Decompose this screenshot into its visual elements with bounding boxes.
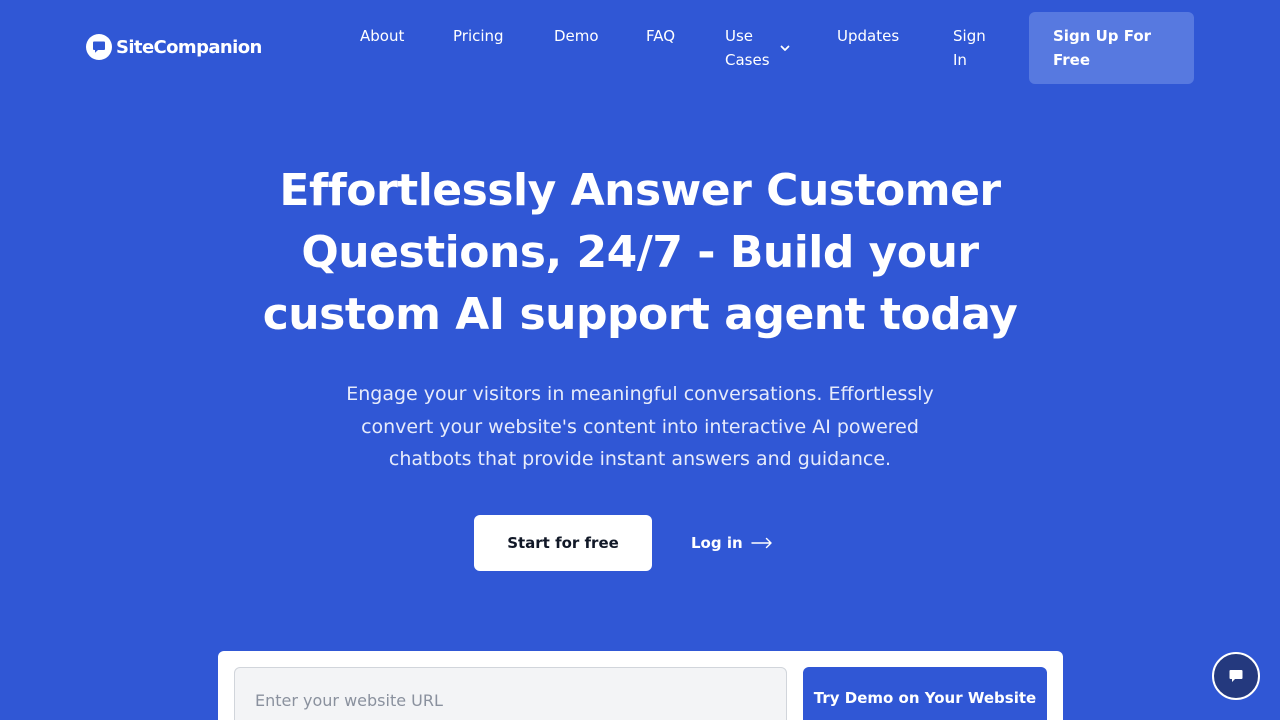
chevron-down-icon: [780, 45, 790, 51]
chat-bubble-icon: [1229, 670, 1243, 682]
nav-sign-in[interactable]: Sign In: [953, 24, 993, 72]
nav-updates[interactable]: Updates: [837, 24, 899, 48]
nav-demo[interactable]: Demo: [554, 24, 599, 48]
nav-about[interactable]: About: [360, 24, 404, 48]
nav-use-cases-label: Use Cases: [725, 27, 770, 69]
nav-pricing[interactable]: Pricing: [453, 24, 504, 48]
chat-bubble-icon: [86, 34, 112, 60]
sign-up-button[interactable]: Sign Up For Free: [1029, 12, 1194, 84]
login-link[interactable]: Log in: [691, 531, 773, 555]
brand-logo[interactable]: SiteCompanion: [86, 34, 262, 60]
try-demo-button[interactable]: Try Demo on Your Website: [803, 667, 1047, 720]
website-url-input[interactable]: [234, 667, 787, 720]
nav-use-cases[interactable]: Use Cases: [725, 24, 791, 72]
nav-faq[interactable]: FAQ: [646, 24, 675, 48]
login-label: Log in: [691, 534, 743, 552]
hero-subtitle: Engage your visitors in meaningful conve…: [346, 383, 934, 470]
chat-widget-button[interactable]: [1212, 652, 1260, 700]
demo-form-card: Try Demo on Your Website: [218, 651, 1063, 720]
arrow-right-icon: [750, 537, 772, 549]
start-for-free-button[interactable]: Start for free: [474, 515, 652, 571]
hero-title: Effortlessly Answer Customer Questions, …: [262, 165, 1018, 340]
brand-name: SiteCompanion: [116, 36, 262, 58]
